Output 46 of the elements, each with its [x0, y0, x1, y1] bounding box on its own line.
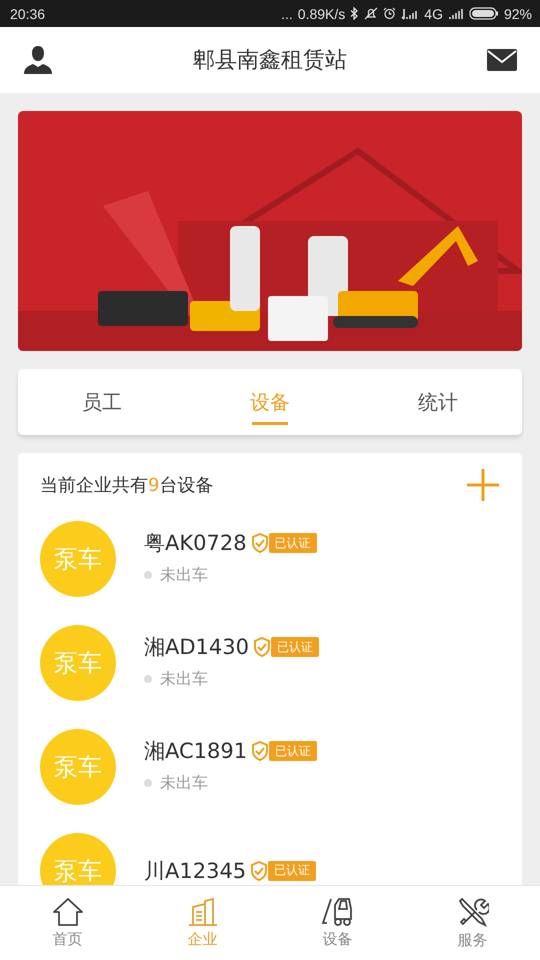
nav-tab[interactable]: 服务 [405, 886, 540, 960]
muted-bell-icon [364, 7, 378, 20]
device-type-avatar: 泵车 [40, 521, 116, 597]
device-type-avatar: 泵车 [40, 625, 116, 701]
battery-text: 92% [504, 6, 532, 22]
verified-badge: 已认证 [268, 860, 316, 881]
plate-number[interactable]: 湘AD1430 [144, 636, 249, 659]
shield-check-icon [252, 637, 271, 658]
building-icon [186, 897, 218, 927]
status-dot-icon [144, 779, 152, 788]
clock-text: 20:36 [10, 6, 46, 22]
tools-icon [456, 896, 488, 928]
plate-number[interactable]: 川A12345 [144, 860, 246, 882]
more-dots: ... [281, 6, 293, 22]
signal-icon [448, 8, 464, 20]
page-title: 郫县南鑫租赁站 [193, 47, 347, 75]
verified-badge: 已认证 [268, 533, 317, 554]
home-icon [52, 897, 84, 927]
device-type-avatar: 泵车 [40, 729, 116, 805]
status-dot-icon [144, 675, 152, 684]
nav-tab[interactable]: 首页 [0, 886, 135, 960]
tab[interactable]: 统计 [354, 369, 522, 435]
network-speed-text: 0.89K/s [298, 6, 346, 22]
shield-check-icon [250, 533, 269, 554]
plate-number[interactable]: 湘AC1891 [144, 740, 248, 763]
battery-icon [468, 7, 499, 20]
nav-tab[interactable]: 设备 [270, 886, 405, 960]
status-text: 未出车 [160, 772, 208, 794]
profile-icon[interactable] [22, 44, 54, 76]
device-type-avatar: 泵车 [40, 833, 116, 885]
bluetooth-icon [350, 7, 360, 20]
mail-icon[interactable] [486, 48, 518, 72]
tab[interactable]: 员工 [18, 369, 186, 435]
alarm-icon [383, 7, 396, 20]
status-text: 未出车 [160, 564, 208, 586]
verified-badge: 已认证 [269, 741, 318, 762]
shield-check-icon [251, 741, 270, 762]
device-count-text: 当前企业共有9台设备 [40, 474, 214, 497]
forklift-icon [320, 897, 354, 927]
signal-icon [401, 8, 420, 20]
verified-badge: 已认证 [270, 637, 319, 658]
network-type-text: 4G [424, 6, 443, 22]
plate-number[interactable]: 粤AK0728 [144, 532, 247, 555]
shield-check-icon [250, 860, 268, 881]
status-dot-icon [144, 571, 152, 580]
status-text: 未出车 [160, 668, 208, 690]
